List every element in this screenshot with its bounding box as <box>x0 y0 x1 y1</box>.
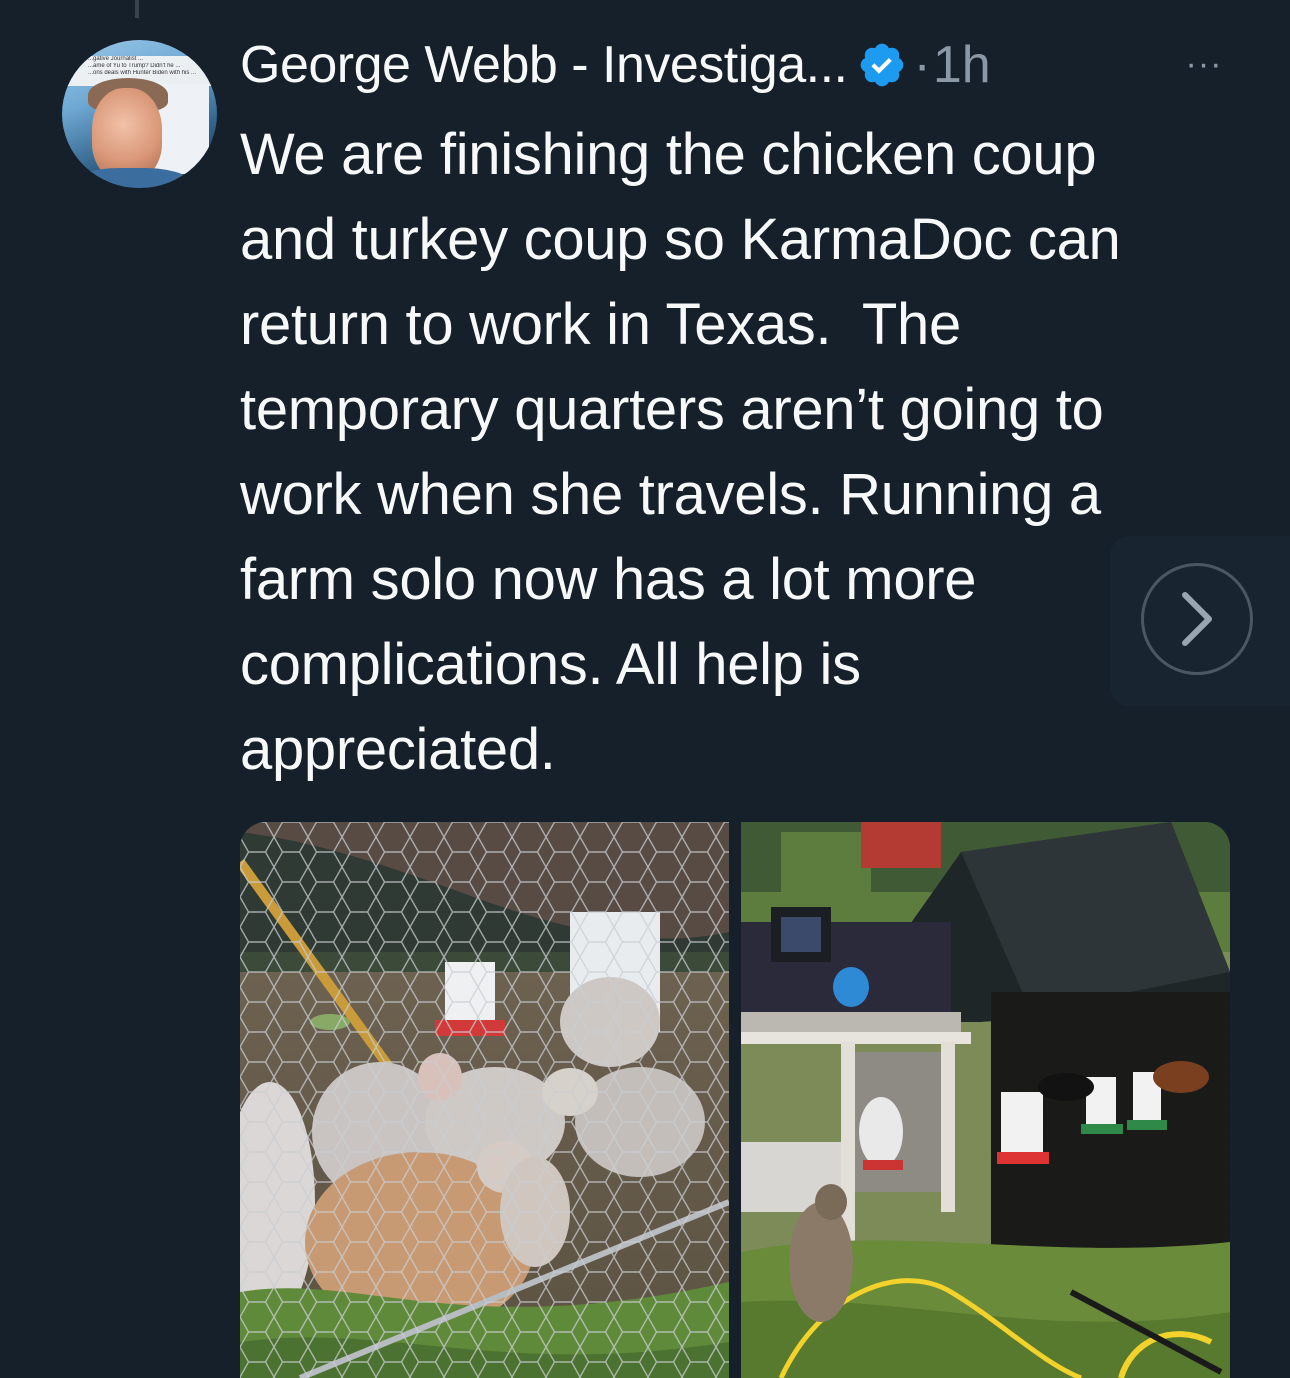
thread-connector-line <box>135 0 139 18</box>
avatar-shirt <box>72 168 192 188</box>
photo-turkeys[interactable] <box>240 822 729 1378</box>
avatar-banner-line: ...gative Journalist ... <box>88 56 144 62</box>
avatar-banner-line: ...ons deals with Hunter Biden with his … <box>88 70 197 76</box>
avatar[interactable]: ...gative Journalist ... ...ame of Yu to… <box>62 40 217 188</box>
timestamp[interactable]: 1h <box>933 35 991 95</box>
chevron-right-icon <box>1182 592 1212 646</box>
avatar-banner-line: ...ame of Yu to Trump? Didn't he ... <box>88 63 181 69</box>
photo-coop[interactable] <box>741 822 1230 1378</box>
tweet-text: We are finishing the chicken coup and tu… <box>240 122 1121 782</box>
next-button[interactable] <box>1141 563 1253 675</box>
author-name[interactable]: George Webb - Investiga... <box>240 35 848 95</box>
avatar-face <box>92 88 162 180</box>
verified-badge-icon <box>857 40 907 90</box>
tweet-header: George Webb - Investiga... · 1h <box>240 30 991 100</box>
meta-separator: · <box>913 36 931 94</box>
more-options-icon[interactable]: ··· <box>1178 45 1230 83</box>
media-grid <box>240 822 1230 1378</box>
